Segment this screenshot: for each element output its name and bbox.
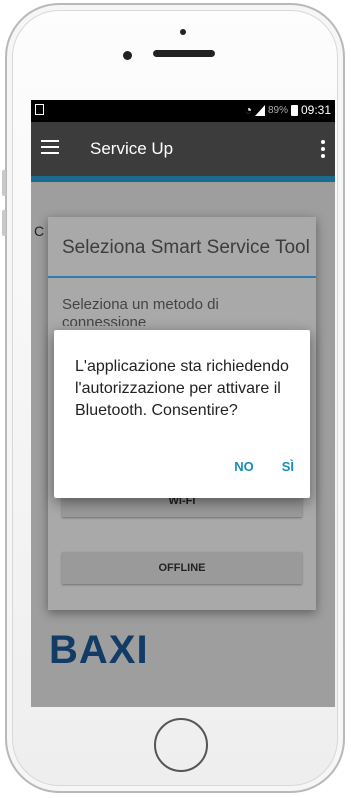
signal-icon — [254, 104, 265, 116]
clock: 09:31 — [300, 103, 331, 117]
earpiece-speaker — [153, 50, 215, 57]
app-bar: Service Up — [31, 122, 335, 176]
background-text: C — [34, 223, 45, 239]
dialog-divider — [48, 276, 316, 278]
hamburger-menu-icon[interactable] — [41, 140, 59, 158]
overflow-menu-icon[interactable] — [321, 140, 325, 158]
permission-message: L'applicazione sta richiedendo l'autoriz… — [75, 358, 289, 419]
allow-button[interactable]: SÌ — [282, 459, 294, 474]
screen: ◔ 89% 09:31 Service Up C BAXI Seleziona … — [31, 100, 335, 707]
bluetooth-permission-dialog: L'applicazione sta richiedendo l'autoriz… — [54, 330, 310, 498]
front-camera — [123, 51, 132, 60]
home-button[interactable] — [154, 718, 208, 772]
battery-icon — [290, 104, 298, 116]
offline-button[interactable]: OFFLINE — [62, 552, 302, 584]
wifi-icon: ◔ — [244, 103, 252, 117]
status-bar: ◔ 89% 09:31 — [31, 100, 335, 122]
notification-icon — [35, 104, 44, 115]
app-title: Service Up — [90, 139, 174, 158]
front-sensor — [180, 29, 186, 35]
volume-down-button — [2, 210, 6, 236]
deny-button[interactable]: NO — [234, 459, 254, 474]
volume-up-button — [2, 170, 6, 196]
battery-percent: 89% — [267, 104, 288, 116]
dialog-title: Seleziona Smart Service Tool — [62, 237, 310, 258]
baxi-logo: BAXI — [49, 628, 149, 672]
dialog-subtitle: Seleziona un metodo di connessione — [62, 296, 219, 326]
